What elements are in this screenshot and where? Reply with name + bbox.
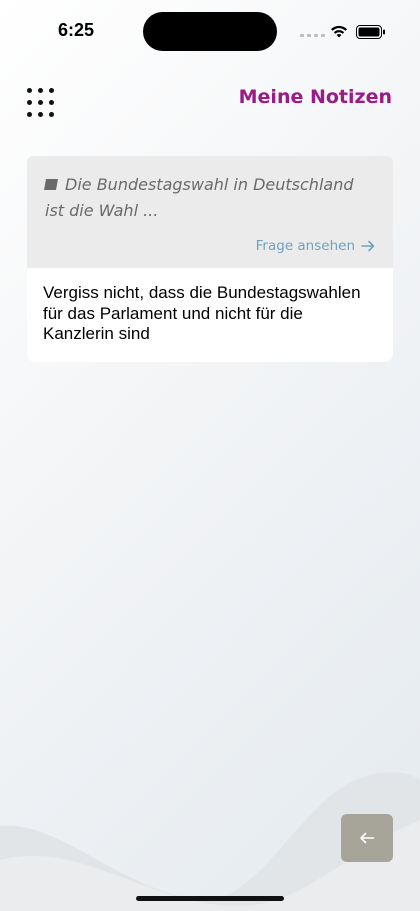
wifi-icon — [331, 25, 347, 38]
note-body[interactable]: Vergiss nicht, dass die Bundestagswahlen… — [27, 268, 393, 362]
grid-menu-icon[interactable] — [27, 88, 55, 118]
arrow-right-icon — [361, 240, 375, 252]
question-excerpt-text: Die Bundestagswahl in Deutschland ist di… — [45, 175, 354, 220]
arrow-left-icon — [360, 832, 375, 844]
question-marker-icon — [44, 179, 58, 190]
status-bar: 6:25 — [0, 0, 420, 64]
status-time: 6:25 — [58, 20, 95, 40]
home-indicator[interactable] — [136, 896, 284, 901]
back-button[interactable] — [341, 814, 393, 862]
question-preview: Die Bundestagswahl in Deutschland ist di… — [27, 156, 393, 268]
dynamic-island — [143, 12, 277, 51]
view-question-label: Frage ansehen — [255, 238, 355, 254]
note-text: Vergiss nicht, dass die Bundestagswahlen… — [43, 283, 361, 343]
question-excerpt: Die Bundestagswahl in Deutschland ist di… — [44, 172, 375, 224]
battery-icon — [356, 25, 385, 39]
cellular-signal-icon — [300, 34, 325, 37]
page-title: Meine Notizen — [238, 86, 392, 108]
view-question-link[interactable]: Frage ansehen — [256, 238, 375, 254]
note-card: Die Bundestagswahl in Deutschland ist di… — [27, 156, 393, 362]
